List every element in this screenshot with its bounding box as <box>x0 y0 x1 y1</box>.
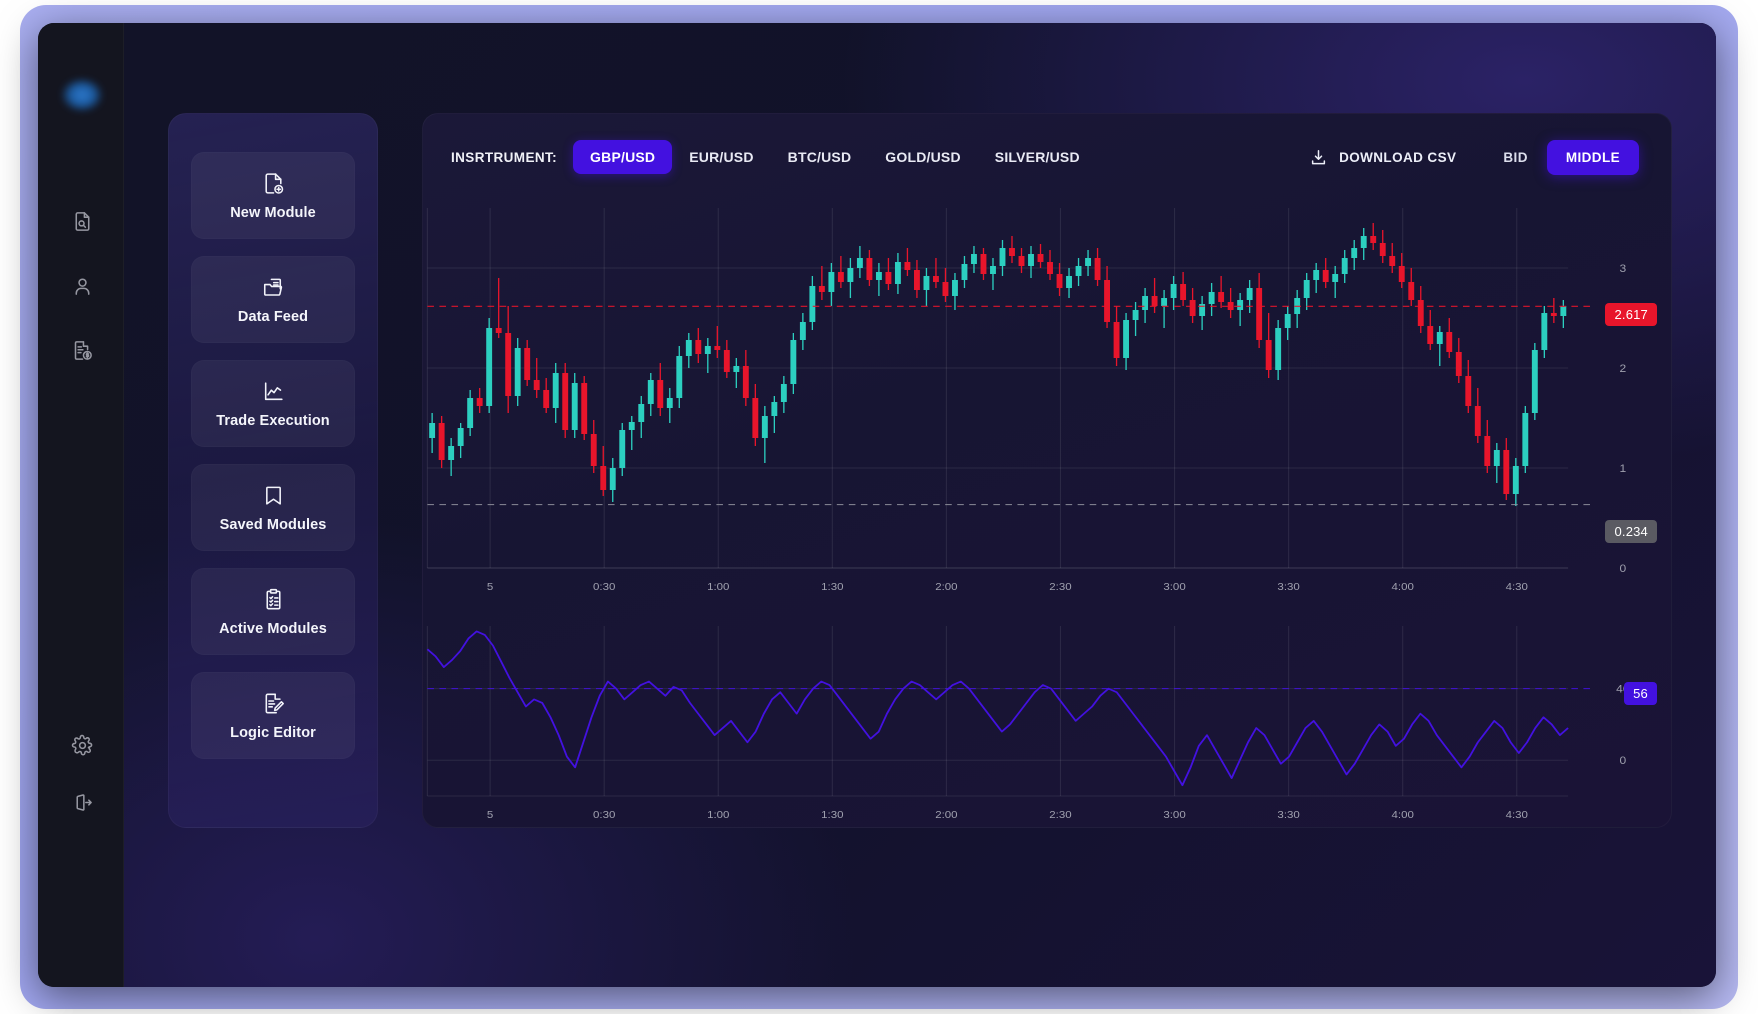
instrument-label: INSRTRUMENT: <box>451 150 557 165</box>
menu-item-active-modules[interactable]: Active Modules <box>191 568 355 655</box>
menu-item-trade-execution[interactable]: Trade Execution <box>191 360 355 447</box>
user-icon[interactable] <box>65 269 99 303</box>
menu-item-label: Trade Execution <box>216 413 330 429</box>
menu-item-label: Logic Editor <box>230 725 316 741</box>
svg-text:0:30: 0:30 <box>593 809 615 820</box>
invoice-dollar-icon[interactable] <box>65 333 99 367</box>
svg-text:1:30: 1:30 <box>821 581 843 592</box>
price-mode-middle[interactable]: MIDDLE <box>1547 140 1639 175</box>
logout-icon[interactable] <box>65 785 99 819</box>
svg-text:3:30: 3:30 <box>1277 809 1299 820</box>
download-csv-label: DOWNLOAD CSV <box>1339 150 1456 165</box>
menu-item-logic-editor[interactable]: Logic Editor <box>191 672 355 759</box>
svg-text:2:00: 2:00 <box>935 581 957 592</box>
document-search-icon[interactable] <box>65 204 99 238</box>
svg-text:1:00: 1:00 <box>707 581 729 592</box>
document-plus-icon <box>261 171 286 196</box>
svg-text:0:30: 0:30 <box>593 581 615 592</box>
indicator-value-badge: 56 <box>1624 682 1657 705</box>
menu-item-label: Saved Modules <box>220 517 327 533</box>
main-body: New Module Data Feed <box>124 23 1716 987</box>
menu-item-label: Active Modules <box>219 621 327 637</box>
svg-text:3:30: 3:30 <box>1277 581 1299 592</box>
svg-text:1: 1 <box>1619 463 1626 474</box>
svg-text:0: 0 <box>1619 563 1626 574</box>
app-frame: New Module Data Feed <box>20 5 1738 1009</box>
svg-text:3:00: 3:00 <box>1163 809 1185 820</box>
indicator-chart[interactable]: 04050:301:001:302:002:303:003:304:004:30 <box>423 620 1671 826</box>
svg-text:2: 2 <box>1619 363 1626 374</box>
svg-text:2:30: 2:30 <box>1049 581 1071 592</box>
tab-eur-usd[interactable]: EUR/USD <box>672 140 770 174</box>
last-price-badge: 2.617 <box>1605 303 1657 326</box>
charts-container: 0 1 2 3 5 0:30 1:00 1:30 2:00 2:30 3:00 3:30 4:00 4:3… <box>423 200 1671 827</box>
tab-gold-usd[interactable]: GOLD/USD <box>868 140 978 174</box>
module-menu: New Module Data Feed <box>168 113 378 828</box>
bookmark-icon <box>261 483 286 508</box>
svg-text:1:00: 1:00 <box>707 809 729 820</box>
svg-text:1:30: 1:30 <box>821 809 843 820</box>
clipboard-checklist-icon <box>261 587 286 612</box>
svg-text:2:30: 2:30 <box>1049 809 1071 820</box>
menu-item-label: Data Feed <box>238 309 308 325</box>
tab-btc-usd[interactable]: BTC/USD <box>771 140 869 174</box>
svg-text:3:00: 3:00 <box>1163 581 1185 592</box>
svg-text:4:30: 4:30 <box>1506 809 1528 820</box>
svg-text:5: 5 <box>487 581 493 592</box>
svg-text:5: 5 <box>487 809 493 820</box>
gear-icon[interactable] <box>65 728 99 762</box>
candlestick-chart[interactable]: 0 1 2 3 5 0:30 1:00 1:30 2:00 2:30 3:00 3:30 4:00 4:3… <box>423 200 1671 620</box>
tab-gbp-usd[interactable]: GBP/USD <box>573 140 672 174</box>
folder-document-icon <box>261 275 286 300</box>
svg-text:3: 3 <box>1619 263 1626 274</box>
price-mode-bid[interactable]: BID <box>1484 140 1546 175</box>
toolbar-right-group: DOWNLOAD CSV BID MIDDLE <box>1309 140 1639 175</box>
chart-toolbar: INSRTRUMENT: GBP/USD EUR/USD BTC/USD GOL… <box>423 114 1671 200</box>
menu-item-saved-modules[interactable]: Saved Modules <box>191 464 355 551</box>
line-chart-icon <box>261 379 286 404</box>
svg-text:4:30: 4:30 <box>1506 581 1528 592</box>
menu-item-label: New Module <box>230 205 316 221</box>
menu-item-new-module[interactable]: New Module <box>191 152 355 239</box>
svg-text:0: 0 <box>1619 756 1626 767</box>
svg-text:4:00: 4:00 <box>1392 581 1414 592</box>
svg-text:4:00: 4:00 <box>1392 809 1414 820</box>
low-price-badge: 0.234 <box>1605 520 1657 543</box>
download-csv-button[interactable]: DOWNLOAD CSV <box>1309 148 1456 167</box>
chart-panel: INSRTRUMENT: GBP/USD EUR/USD BTC/USD GOL… <box>422 113 1672 828</box>
menu-item-data-feed[interactable]: Data Feed <box>191 256 355 343</box>
download-icon <box>1309 148 1328 167</box>
icon-rail <box>38 23 124 987</box>
app-logo <box>61 78 103 112</box>
document-pencil-icon <box>261 691 286 716</box>
app-window: New Module Data Feed <box>38 23 1716 987</box>
tab-silver-usd[interactable]: SILVER/USD <box>978 140 1097 174</box>
svg-text:2:00: 2:00 <box>935 809 957 820</box>
